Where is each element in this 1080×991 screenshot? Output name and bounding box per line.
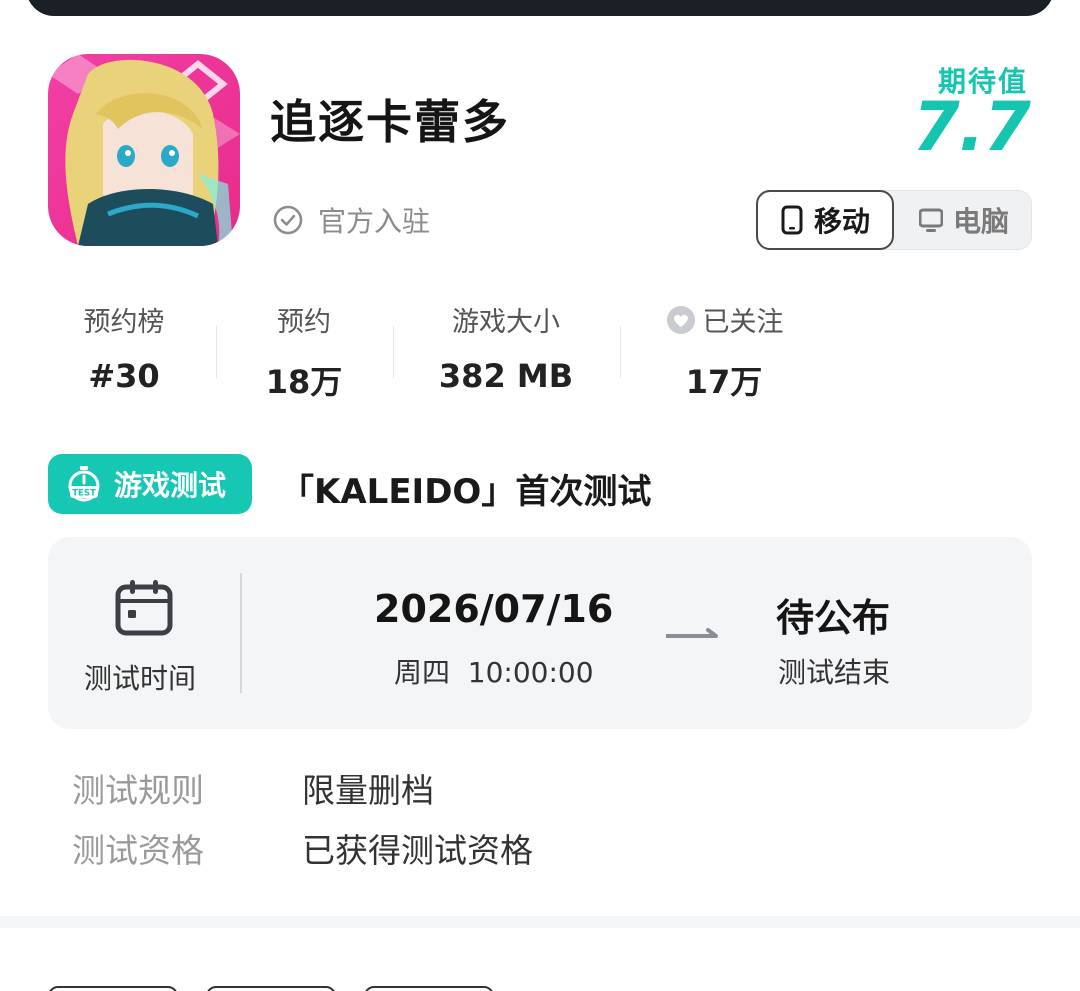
- test-end-status: 待公布: [776, 596, 891, 640]
- arrow-right-icon: [666, 628, 718, 638]
- stats-row: 预约榜 #30 预约 18万 游戏大小 382 MB 已关注 17万: [48, 300, 808, 403]
- expectation-score: 7.7: [912, 88, 1031, 167]
- section-separator: [0, 916, 1080, 928]
- game-test-badge-label: 游戏测试: [114, 469, 227, 502]
- verified-check-icon: [273, 205, 303, 235]
- stat-value: 17万: [685, 363, 763, 401]
- test-rule-row: 测试规则 限量删档: [72, 764, 434, 812]
- stat-label: 预约: [277, 307, 331, 338]
- stat-followers[interactable]: 已关注 17万: [654, 300, 794, 403]
- game-title: 追逐卡蕾多: [270, 95, 510, 149]
- platform-label-mobile: 移动: [813, 205, 870, 238]
- test-time-label: 测试时间: [84, 662, 197, 695]
- stat-value: 382 MB: [438, 357, 574, 395]
- test-qualification-key: 测试资格: [72, 831, 204, 870]
- platform-tab-pc[interactable]: 电脑: [897, 191, 1031, 249]
- test-schedule-card: 测试时间 2026/07/16 周四 10:00:00 待公布 测试结束: [48, 537, 1032, 729]
- official-badge: 官方入驻: [272, 200, 430, 240]
- stat-divider: [393, 326, 394, 378]
- card-divider: [240, 573, 242, 693]
- game-artwork-image: [48, 54, 240, 246]
- top-bar: [26, 0, 1054, 16]
- stat-value: #30: [88, 357, 160, 395]
- stat-label: 已关注: [702, 307, 784, 338]
- test-rule-key: 测试规则: [72, 771, 204, 810]
- stat-divider: [216, 326, 217, 378]
- tag-chip[interactable]: [48, 986, 178, 991]
- game-test-badge[interactable]: TEST 游戏测试: [48, 454, 252, 514]
- test-qualification-value: 已获得测试资格: [302, 831, 533, 870]
- stat-game-size: 游戏大小 382 MB: [426, 300, 586, 395]
- platform-switch: 移动 电脑: [756, 190, 1032, 250]
- stat-label-wrap: 已关注: [654, 300, 794, 339]
- stopwatch-test-icon: TEST: [68, 466, 100, 502]
- monitor-icon: [918, 208, 943, 232]
- test-icon-text: TEST: [72, 489, 96, 499]
- stat-label: 游戏大小: [452, 307, 560, 338]
- platform-tab-mobile[interactable]: 移动: [756, 190, 894, 250]
- phone-icon: [781, 205, 803, 235]
- tag-chip[interactable]: [364, 986, 494, 991]
- game-icon[interactable]: [48, 54, 240, 246]
- stat-reservation-rank[interactable]: 预约榜 #30: [64, 300, 184, 395]
- stat-reservations[interactable]: 预约 18万: [244, 300, 364, 403]
- calendar-icon: [115, 580, 173, 636]
- stat-divider: [620, 326, 621, 378]
- test-rule-value: 限量删档: [302, 771, 434, 810]
- stat-label: 预约榜: [83, 307, 165, 338]
- test-qualification-row: 测试资格 已获得测试资格: [72, 824, 533, 872]
- test-start-date: 2026/07/16: [374, 587, 614, 631]
- test-start-time: 周四 10:00:00: [394, 656, 594, 689]
- tag-chip[interactable]: [206, 986, 336, 991]
- heart-icon: [666, 305, 695, 334]
- platform-label-pc: 电脑: [952, 205, 1009, 238]
- official-label: 官方入驻: [318, 205, 431, 238]
- test-end-label: 测试结束: [778, 656, 891, 689]
- test-name: 「KALEIDO」首次测试: [280, 472, 652, 512]
- stat-value: 18万: [265, 363, 343, 401]
